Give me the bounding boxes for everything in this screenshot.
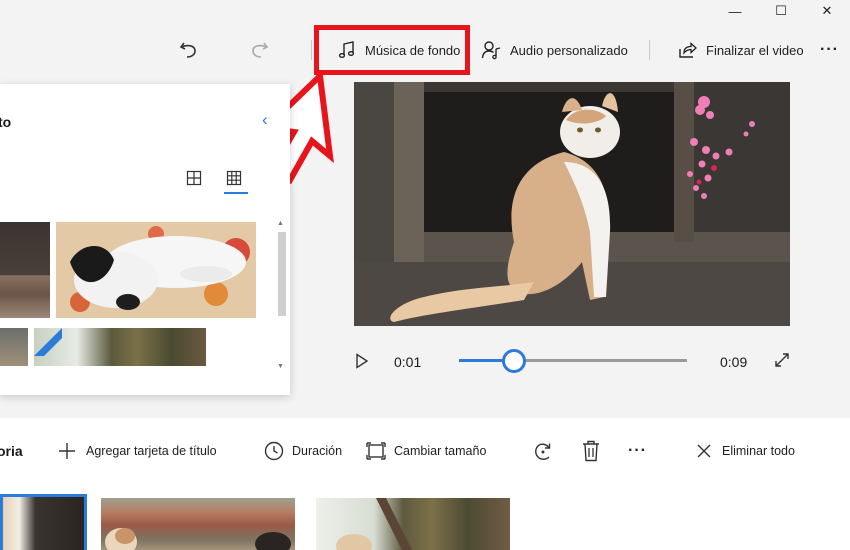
window-controls: — ☐ ✕: [712, 0, 850, 22]
added-corner-icon: [34, 328, 62, 356]
scroll-down-arrow-icon[interactable]: ▼: [277, 363, 284, 370]
play-button[interactable]: [355, 353, 369, 374]
more-options-button[interactable]: ···: [820, 30, 839, 70]
minimize-button[interactable]: —: [712, 0, 758, 22]
library-media-thumbnail[interactable]: [0, 222, 50, 318]
video-preview[interactable]: [354, 82, 790, 326]
finish-video-label: Finalizar el video: [706, 42, 804, 58]
current-time: 0:01: [394, 354, 422, 370]
library-media-thumbnail[interactable]: [56, 222, 256, 318]
storyboard-clip[interactable]: [101, 498, 295, 550]
library-scrollbar[interactable]: ▲ ▼: [276, 220, 288, 370]
custom-audio-label: Audio personalizado: [510, 42, 628, 58]
small-grid-view-button[interactable]: [186, 170, 202, 191]
seek-track[interactable]: [459, 359, 687, 362]
redo-icon: [252, 42, 269, 58]
clock-icon: [264, 441, 284, 461]
remove-all-label: Eliminar todo: [722, 444, 795, 458]
delete-button[interactable]: [582, 440, 600, 462]
project-library-panel: to ‹ ▲ ▼: [0, 84, 290, 395]
storyboard-title: oria: [0, 443, 23, 459]
library-title: to: [0, 114, 12, 130]
clip-thumbnail: [336, 498, 412, 550]
cat-photo: [56, 222, 256, 318]
active-view-indicator: [224, 192, 248, 194]
person-audio-icon: [481, 41, 501, 60]
undo-button[interactable]: [178, 30, 200, 70]
rotate-button[interactable]: [532, 440, 554, 462]
clip-thumbnail: [105, 528, 291, 550]
grid-2x2-icon: [186, 170, 202, 186]
highlight-box: [314, 25, 470, 75]
custom-audio-button[interactable]: Audio personalizado: [481, 30, 628, 70]
resize-button[interactable]: Cambiar tamaño: [366, 440, 486, 462]
share-icon: [679, 42, 697, 58]
toolbar-divider: [311, 40, 312, 60]
toolbar-divider: [649, 40, 650, 60]
scrollbar-thumb[interactable]: [278, 232, 286, 316]
add-title-card-button[interactable]: Agregar tarjeta de título: [58, 440, 217, 462]
remove-all-button[interactable]: Eliminar todo: [696, 440, 795, 462]
grid-3x3-icon: [226, 170, 242, 186]
redo-button[interactable]: [248, 30, 270, 70]
finish-video-button[interactable]: Finalizar el video: [677, 30, 804, 70]
expand-icon: [775, 353, 789, 367]
maximize-button[interactable]: ☐: [758, 0, 804, 22]
library-media-thumbnail[interactable]: [34, 328, 206, 366]
play-icon: [356, 353, 369, 369]
add-title-card-label: Agregar tarjeta de título: [86, 444, 217, 458]
storyboard-clip[interactable]: [316, 498, 510, 550]
rotate-icon: [535, 443, 551, 460]
scroll-up-arrow-icon[interactable]: ▲: [277, 220, 284, 227]
fullscreen-button[interactable]: [774, 352, 790, 373]
storyboard-clip-selected[interactable]: [0, 494, 87, 550]
seek-slider-thumb[interactable]: [501, 349, 526, 373]
duration-button[interactable]: Duración: [264, 440, 342, 462]
resize-icon: [366, 442, 386, 460]
close-button[interactable]: ✕: [804, 0, 850, 22]
plus-icon: [59, 443, 75, 459]
resize-label: Cambiar tamaño: [394, 444, 487, 458]
collapse-library-button[interactable]: ‹: [262, 110, 268, 130]
storyboard-panel: oria Agregar tarjeta de título Duración …: [0, 418, 850, 550]
trash-icon: [583, 440, 599, 462]
storyboard-more-button[interactable]: ···: [628, 440, 647, 462]
duration-label: Duración: [292, 444, 343, 458]
cat-preview-image: [354, 82, 790, 326]
large-grid-view-button[interactable]: [226, 170, 242, 191]
undo-icon: [179, 42, 196, 58]
total-time: 0:09: [720, 354, 748, 370]
close-icon: [697, 444, 711, 458]
library-media-thumbnail[interactable]: [0, 328, 28, 366]
